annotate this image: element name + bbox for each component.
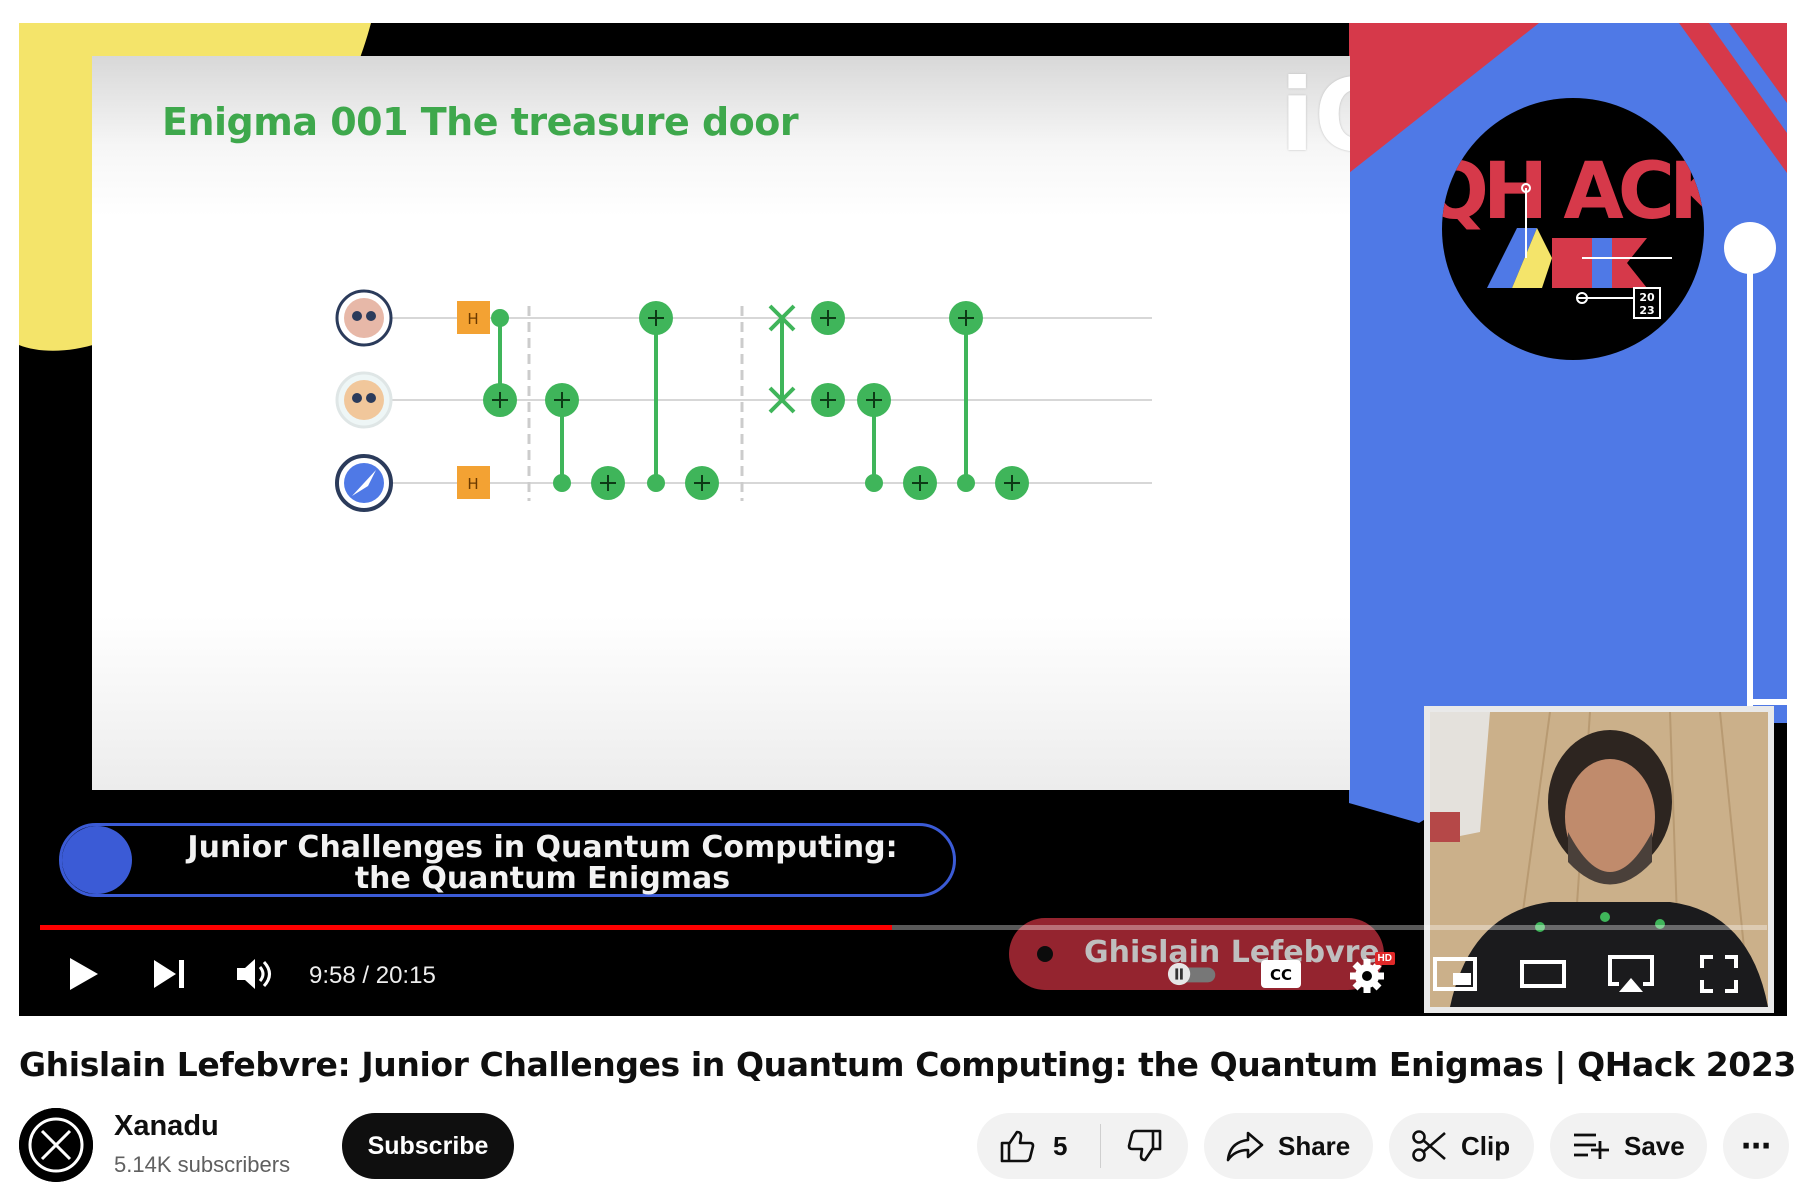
qhack-year-bottom: 23 [1639, 304, 1654, 317]
fullscreen-icon [1700, 955, 1738, 993]
theater-mode-button[interactable] [1517, 952, 1569, 996]
share-label: Share [1278, 1130, 1351, 1161]
like-button[interactable]: 5 [977, 1124, 1101, 1168]
miniplayer-button[interactable] [1429, 952, 1481, 996]
autoplay-toggle-icon [1167, 962, 1216, 986]
airplay-button[interactable] [1605, 952, 1657, 996]
subscriber-count: 5.14K subscribers [114, 1152, 291, 1177]
save-button[interactable]: Save [1550, 1113, 1707, 1179]
clip-button[interactable]: Clip [1389, 1113, 1534, 1179]
quantum-circuit-diagram: H H [335, 289, 1152, 512]
progress-bar[interactable] [40, 925, 1767, 930]
qhack-logo-line1: QH ACK [1442, 147, 1704, 237]
save-label: Save [1624, 1130, 1685, 1161]
playlist-add-icon [1572, 1131, 1610, 1161]
settings-button[interactable]: HD [1341, 952, 1395, 996]
video-title: Ghislain Lefebvre: Junior Challenges in … [19, 1045, 1796, 1084]
dislike-button[interactable] [1101, 1113, 1188, 1179]
player-controls: 9:58 / 20:15 CC HD [19, 938, 1787, 1008]
progress-played [40, 925, 892, 930]
captions-icon: CC [1261, 960, 1301, 988]
qhack-year-top: 20 [1639, 291, 1655, 304]
current-time: 9:58 [309, 962, 356, 989]
h-gate-label-1: H [467, 310, 478, 328]
like-dislike-bar: 5 [977, 1113, 1188, 1179]
captions-button[interactable]: CC [1255, 952, 1307, 996]
miniplayer-icon [1433, 957, 1477, 991]
channel-avatar[interactable] [19, 1108, 93, 1182]
subscribe-button[interactable]: Subscribe [342, 1113, 514, 1179]
thumbs-up-icon [999, 1129, 1035, 1163]
share-icon [1226, 1130, 1264, 1162]
channel-name[interactable]: Xanadu [114, 1110, 219, 1143]
time-separator: / [355, 962, 376, 989]
banner-line-2: the Quantum Enigmas [354, 861, 731, 896]
clip-label: Clip [1461, 1130, 1511, 1161]
lower-third-banner: Junior Challenges in Quantum Computing: … [59, 823, 956, 897]
presentation-slide: H H Enigma 001 The treasure door i [92, 56, 1350, 790]
scissors-icon [1411, 1129, 1447, 1163]
like-count: 5 [1053, 1130, 1068, 1161]
svg-text:CC: CC [1270, 966, 1292, 984]
more-actions-button[interactable]: ⋯ [1723, 1113, 1789, 1179]
banner-text: Junior Challenges in Quantum Computing: … [152, 832, 933, 894]
volume-button[interactable] [229, 952, 281, 996]
volume-icon [237, 959, 271, 989]
xanadu-logo-icon [19, 1108, 93, 1182]
duration: 20:15 [375, 962, 436, 989]
qhack-logo: QH ACK 20 23 [1442, 98, 1704, 360]
slide-logo: iQ [1280, 57, 1350, 174]
autoplay-toggle[interactable] [1167, 952, 1219, 996]
thumbs-down-icon [1127, 1129, 1163, 1163]
banner-line-1: Junior Challenges in Quantum Computing: [187, 830, 898, 865]
h-gate-label-2: H [467, 475, 478, 493]
play-button[interactable] [57, 952, 109, 996]
airplay-icon [1608, 955, 1654, 992]
time-display: 9:58 / 20:15 [309, 962, 436, 990]
share-button[interactable]: Share [1204, 1113, 1373, 1179]
hd-badge: HD [1374, 952, 1395, 965]
video-player[interactable]: H H Enigma 001 The treasure door i QH AC… [19, 23, 1787, 1016]
more-horizontal-icon: ⋯ [1741, 1129, 1771, 1163]
next-icon [154, 960, 184, 988]
fullscreen-button[interactable] [1693, 952, 1745, 996]
next-button[interactable] [143, 952, 195, 996]
theater-icon [1520, 960, 1566, 988]
slide-title: Enigma 001 The treasure door [162, 100, 799, 144]
play-icon [70, 958, 98, 990]
banner-dot [62, 826, 132, 894]
